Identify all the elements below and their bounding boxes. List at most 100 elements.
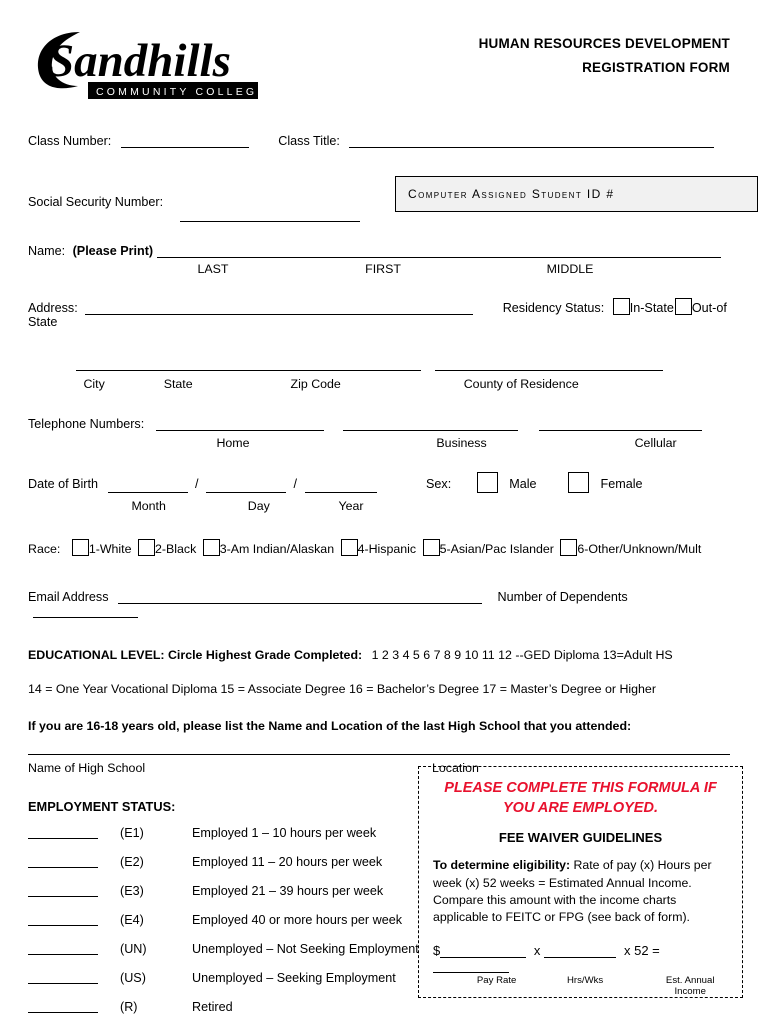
- race-option-3-label: 3-Am Indian/Alaskan: [219, 542, 335, 556]
- dob-caption-row: Month Day Year: [0, 499, 770, 513]
- email-label: Email Address: [28, 590, 109, 604]
- telephone-caption-row: Home Business Cellular: [0, 436, 770, 450]
- residency-out-of-state-checkbox[interactable]: [674, 298, 692, 315]
- dependents-input[interactable]: [33, 604, 138, 618]
- education-degrees: 14 = One Year Vocational Diploma 15 = As…: [28, 682, 656, 696]
- employment-desc-5: Unemployed – Not Seeking Employment: [192, 942, 419, 957]
- employment-code-6: (US): [120, 971, 146, 986]
- dob-month-input[interactable]: [107, 479, 188, 493]
- name-input[interactable]: [156, 244, 721, 258]
- dob-year-caption: Year: [338, 499, 364, 513]
- employment-blank-2[interactable]: [28, 855, 120, 884]
- employment-table: (E1) Employed 1 – 10 hours per week (E2)…: [28, 826, 419, 1029]
- education-heading-rest: : Circle Highest Grade Completed:: [160, 648, 363, 662]
- employment-blank-line[interactable]: [28, 884, 98, 898]
- race-option-1-checkbox[interactable]: [71, 539, 89, 556]
- employment-blank-line[interactable]: [28, 971, 98, 985]
- race-option-1-label: 1-White: [88, 542, 132, 556]
- employment-blank-4[interactable]: [28, 913, 120, 942]
- fee-waiver-formula: $ x x 52 =: [433, 943, 728, 973]
- employment-desc-1: Employed 1 – 10 hours per week: [192, 826, 377, 841]
- employment-blank-line[interactable]: [28, 1000, 98, 1014]
- race-option-6-checkbox[interactable]: [560, 539, 578, 556]
- residency-in-state-checkbox[interactable]: [612, 298, 630, 315]
- fee-waiver-captions: Pay Rate Hrs/Wks Est. Annual Income: [433, 975, 728, 997]
- race-option-5-label: 5-Asian/Pac Islander: [439, 542, 554, 556]
- race-option-4-checkbox[interactable]: [340, 539, 358, 556]
- name-middle-caption: MIDDLE: [546, 262, 594, 276]
- employment-code-2: (E2): [120, 855, 144, 870]
- phone-business-caption: Business: [436, 436, 487, 450]
- employment-desc-4: Employed 40 or more hours per week: [192, 913, 402, 928]
- highschool-question-row: If you are 16-18 years old, please list …: [0, 719, 770, 733]
- highschool-input[interactable]: [28, 741, 730, 756]
- county-input[interactable]: [434, 357, 663, 371]
- dob-month-caption: Month: [131, 499, 166, 513]
- sex-female-checkbox[interactable]: [568, 472, 589, 493]
- employment-blank-line[interactable]: [28, 942, 98, 956]
- employment-code-1: (E1): [120, 826, 144, 841]
- race-option-5-checkbox[interactable]: [422, 539, 440, 556]
- highschool-line-row: [0, 741, 770, 756]
- telephone-label: Telephone Numbers:: [28, 417, 145, 431]
- pay-rate-input[interactable]: [440, 944, 527, 958]
- hours-weeks-input[interactable]: [544, 944, 617, 958]
- table-row: (US) Unemployed – Seeking Employment: [28, 971, 419, 1000]
- employment-blank-3[interactable]: [28, 884, 120, 913]
- class-number-input[interactable]: [120, 134, 249, 148]
- sex-label: Sex:: [426, 477, 452, 491]
- city-line-row: [0, 357, 770, 371]
- class-row: Class Number: Class Title:: [0, 134, 770, 148]
- fee-waiver-subtitle: FEE WAIVER GUIDELINES: [498, 830, 663, 846]
- employment-blank-1[interactable]: [28, 826, 120, 855]
- employment-code-7: (R): [120, 1000, 138, 1015]
- svg-text:Sandhills: Sandhills: [48, 35, 231, 87]
- dob-day-caption: Day: [247, 499, 270, 513]
- employment-blank-line[interactable]: [28, 913, 98, 927]
- race-option-6-label: 6-Other/Unknown/Mult: [577, 542, 702, 556]
- annual-income-input[interactable]: [433, 959, 509, 973]
- phone-home-input[interactable]: [155, 417, 324, 431]
- sex-female-label: Female: [600, 477, 643, 491]
- email-input[interactable]: [118, 590, 482, 604]
- fee-waiver-dollar: $: [433, 942, 441, 958]
- employment-blank-line[interactable]: [28, 855, 98, 869]
- employment-blank-6[interactable]: [28, 971, 120, 1000]
- name-first-caption: FIRST: [365, 262, 401, 276]
- sandhills-logo: Sandhills COMMUNITY COLLEGE: [28, 24, 258, 102]
- address-row: Address: Residency Status: In-State Out-o…: [0, 298, 770, 329]
- table-row: (E4) Employed 40 or more hours per week: [28, 913, 419, 942]
- ssn-input[interactable]: [180, 208, 360, 222]
- race-option-4-label: 4-Hispanic: [357, 542, 417, 556]
- name-row: Name: (Please Print): [0, 244, 770, 258]
- race-option-3-checkbox[interactable]: [202, 539, 220, 556]
- residency-label: Residency Status:: [502, 301, 605, 315]
- race-option-2-checkbox[interactable]: [137, 539, 155, 556]
- phone-cellular-input[interactable]: [538, 417, 702, 431]
- class-title-input[interactable]: [349, 134, 715, 148]
- employment-desc-6: Unemployed – Seeking Employment: [192, 971, 396, 986]
- hours-weeks-caption: Hrs/Wks: [566, 974, 604, 986]
- dob-day-input[interactable]: [206, 479, 286, 493]
- employment-blank-7[interactable]: [28, 1000, 120, 1029]
- employment-desc-2: Employed 11 – 20 hours per week: [192, 855, 383, 870]
- table-row: (R) Retired: [28, 1000, 419, 1029]
- address-input[interactable]: [85, 301, 474, 315]
- sex-male-label: Male: [509, 477, 537, 491]
- phone-business-input[interactable]: [343, 417, 519, 431]
- dob-label: Date of Birth: [28, 477, 98, 491]
- name-please-print: (Please Print): [72, 244, 154, 258]
- class-number-label: Class Number:: [28, 134, 112, 148]
- sex-male-checkbox[interactable]: [476, 472, 498, 493]
- zip-caption: Zip Code: [290, 377, 341, 391]
- header-title: HUMAN RESOURCES DEVELOPMENT REGISTRATION…: [479, 24, 730, 79]
- dob-year-input[interactable]: [304, 479, 377, 493]
- fee-waiver-box: PLEASE COMPLETE THIS FORMULA IF YOU ARE …: [418, 766, 743, 998]
- ssn-row: Social Security Number: Computer Assigne…: [0, 176, 770, 222]
- education-heading: EDUCATIONAL LEVEL: [28, 648, 161, 662]
- city-state-zip-input[interactable]: [76, 357, 421, 371]
- employment-blank-line[interactable]: [28, 826, 98, 840]
- name-caption-row: LAST FIRST MIDDLE: [0, 262, 770, 276]
- employment-blank-5[interactable]: [28, 942, 120, 971]
- table-row: (E3) Employed 21 – 39 hours per week: [28, 884, 419, 913]
